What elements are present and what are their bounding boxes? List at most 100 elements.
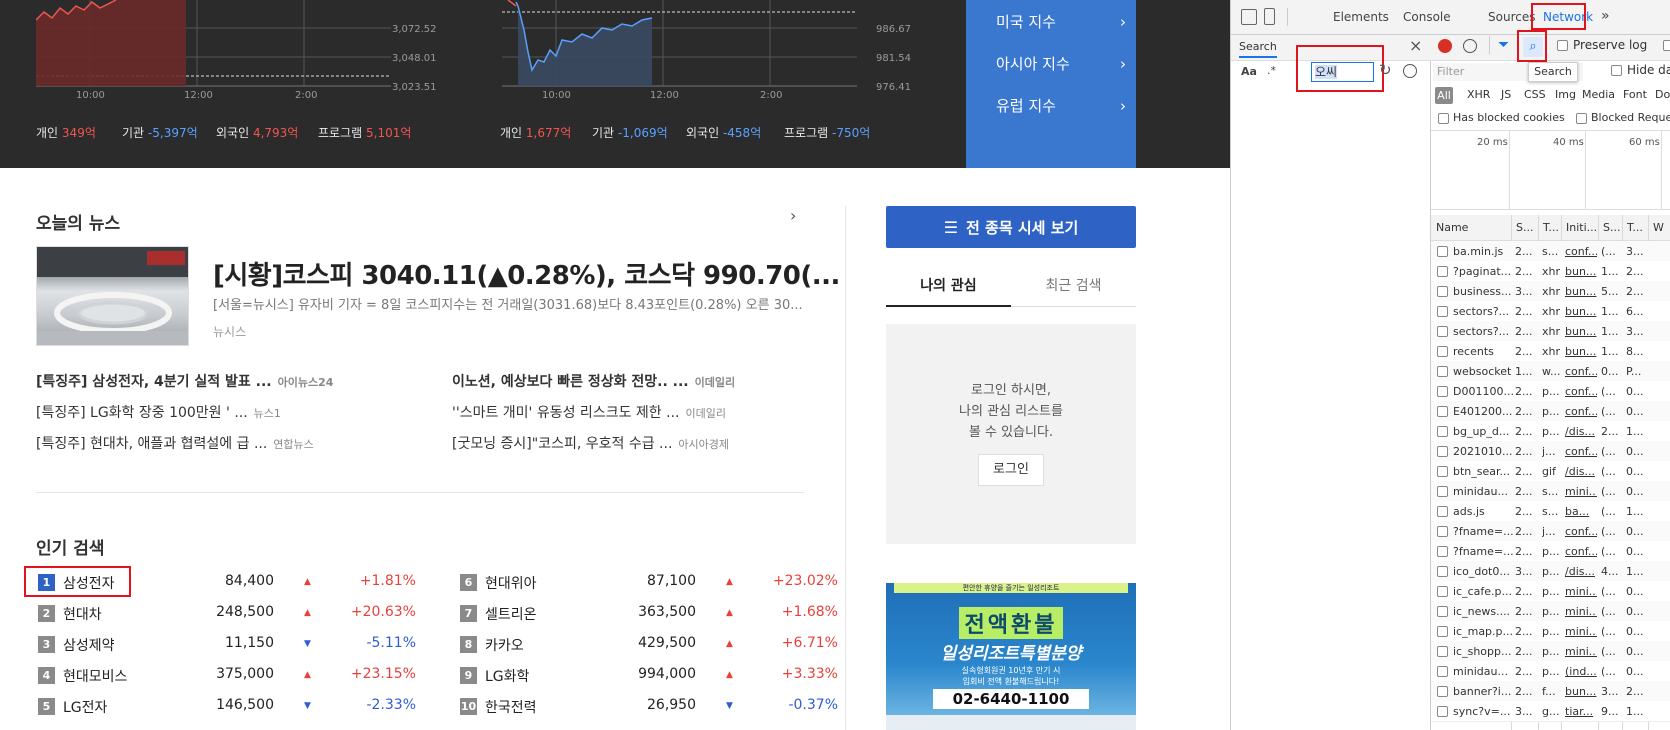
request-name[interactable]: ba.min.js [1453,245,1513,258]
request-row[interactable]: ads.js 2... s... ba... (... 1... [1431,501,1670,522]
tab-sources[interactable]: Sources [1488,10,1535,24]
request-row[interactable]: 2021010... 2... j... conf... (... 0... [1431,441,1670,462]
request-name[interactable]: minidau... [1453,665,1513,678]
inspect-icon[interactable] [1241,9,1257,25]
request-row[interactable]: ?fname=... 2... j... conf... (... 0... [1431,521,1670,542]
type-filter-img[interactable]: Img [1555,88,1576,101]
clear-icon[interactable] [1403,64,1417,78]
request-row[interactable]: minidau... 2... p... (ind... (... 0... [1431,661,1670,682]
request-row[interactable]: sectors?... 2... xhr bun... 1... 6... [1431,301,1670,322]
disable-cache-checkbox[interactable] [1663,40,1670,51]
login-button[interactable]: 로그인 [978,454,1044,486]
match-case-toggle[interactable]: Aa [1241,65,1257,78]
request-name[interactable]: 2021010... [1453,445,1513,458]
col-status[interactable]: S... [1516,221,1533,234]
request-name[interactable]: ?fname=... [1453,525,1513,538]
type-filter-media[interactable]: Media [1582,88,1615,101]
col-initiator[interactable]: Initi... [1566,221,1597,234]
request-initiator[interactable]: /dis... [1565,425,1597,438]
request-name[interactable]: business... [1453,285,1513,298]
blocked-requests-checkbox[interactable] [1576,113,1587,124]
request-name[interactable]: websocket [1453,365,1513,378]
close-search-icon[interactable]: × [1409,36,1422,55]
type-filter-js[interactable]: JS [1501,88,1511,101]
request-initiator[interactable]: bun... [1565,305,1597,318]
request-name[interactable]: E401200... [1453,405,1513,418]
request-initiator[interactable]: bun... [1565,285,1597,298]
tab-recent-search[interactable]: 최근 검색 [1011,275,1136,295]
request-name[interactable]: minidau... [1453,485,1513,498]
request-row[interactable]: business... 3... xhr bun... 5... 2... [1431,281,1670,302]
preserve-log-checkbox[interactable] [1557,40,1568,51]
tab-console[interactable]: Console [1403,10,1451,24]
filter-icon[interactable]: ⏷ [1498,37,1509,53]
stock-name[interactable]: 현대위아 [485,573,537,593]
request-name[interactable]: bg_up_d... [1453,425,1513,438]
stock-name[interactable]: 카카오 [485,635,524,655]
request-initiator[interactable]: mini... [1565,645,1597,658]
news-item[interactable]: [특징주] 현대차, 애플과 협력설에 급 ... 연합뉴스 [36,433,314,453]
request-row[interactable]: ?paginat... 2... xhr bun... 1... 2... [1431,261,1670,282]
stock-name[interactable]: LG화학 [485,666,529,686]
news-more-chevron-icon[interactable]: › [790,206,796,225]
request-name[interactable]: ic_cafe.p... [1453,585,1513,598]
regex-toggle[interactable]: .* [1267,64,1276,77]
request-initiator[interactable]: mini... [1565,485,1597,498]
news-item[interactable]: ''스마트 개미' 유동성 리스크도 제한 ... 이데일리 [452,402,726,422]
type-filter-font[interactable]: Font [1623,88,1647,101]
request-name[interactable]: recents [1453,345,1513,358]
request-row[interactable]: ic_map.p... 2... p... mini... (... 0... [1431,621,1670,642]
request-initiator[interactable]: conf... [1565,385,1597,398]
stock-name[interactable]: 셀트리온 [485,604,537,624]
request-initiator[interactable]: conf... [1565,525,1597,538]
record-icon[interactable] [1438,39,1452,53]
news-item[interactable]: [특징주] 삼성전자, 4분기 실적 발표 ... 아이뉴스24 [36,371,333,391]
request-name[interactable]: sync?v=... [1453,705,1513,718]
request-name[interactable]: sectors?... [1453,325,1513,338]
request-row[interactable]: ic_shopp... 2... p... mini... (... 0... [1431,641,1670,662]
request-initiator[interactable]: /dis... [1565,565,1597,578]
request-name[interactable]: ic_shopp... [1453,645,1513,658]
request-row[interactable]: sectors?... 2... xhr bun... 1... 3... [1431,321,1670,342]
europe-index-link[interactable]: 유럽 지수 › [996,95,1126,116]
col-type[interactable]: T... [1543,221,1559,234]
request-initiator[interactable]: bun... [1565,265,1597,278]
request-name[interactable]: banner?i... [1453,685,1513,698]
request-initiator[interactable]: conf... [1565,445,1597,458]
request-initiator[interactable]: mini... [1565,605,1597,618]
request-initiator[interactable]: conf... [1565,545,1597,558]
request-row[interactable]: minidau... 2... s... mini... (... 0... [1431,481,1670,502]
type-filter-all[interactable]: All [1435,87,1453,104]
request-row[interactable]: ic_cafe.p... 2... p... mini... (... 0... [1431,581,1670,602]
request-initiator[interactable]: (ind... [1565,665,1597,678]
request-name[interactable]: ic_map.p... [1453,625,1513,638]
request-initiator[interactable]: tiar... [1565,705,1597,718]
news-thumbnail[interactable] [36,246,189,346]
refresh-icon[interactable]: ↻ [1379,61,1392,79]
clear-log-icon[interactable] [1463,39,1477,53]
stock-name[interactable]: 삼성제약 [63,635,115,655]
request-row[interactable]: ic_news.... 2... p... mini... (... 0... [1431,601,1670,622]
request-name[interactable]: ico_dot0... [1453,565,1513,578]
stock-name[interactable]: 현대모비스 [63,666,127,686]
stock-name[interactable]: 현대차 [63,604,102,624]
hide-data-urls-checkbox[interactable] [1611,65,1622,76]
stock-name[interactable]: LG전자 [63,697,107,717]
us-index-link[interactable]: 미국 지수 › [996,11,1126,32]
request-row[interactable]: btn_sear... 2... gif/dis... (... 0... [1431,461,1670,482]
more-tabs-icon[interactable]: » [1601,8,1610,24]
request-name[interactable]: ?paginat... [1453,265,1513,278]
news-item[interactable]: [특징주] LG화학 장중 100만원 ' ... 뉴스1 [36,402,281,422]
type-filter-xhr[interactable]: XHR [1467,88,1490,101]
request-name[interactable]: ads.js [1453,505,1513,518]
tab-elements[interactable]: Elements [1333,10,1389,24]
request-row[interactable]: recents 2... xhr bun... 1... 8... [1431,341,1670,362]
request-name[interactable]: ic_news.... [1453,605,1513,618]
col-size[interactable]: S... [1603,221,1620,234]
col-time[interactable]: T... [1627,221,1643,234]
request-row[interactable]: E401200... 2... p... conf... (... 0... [1431,401,1670,422]
request-row[interactable]: bg_up_d... 2... p.../dis... 2... 1... [1431,421,1670,442]
request-row[interactable]: ico_dot0... 3... p... /dis... 4... 1... [1431,561,1670,582]
request-name[interactable]: sectors?... [1453,305,1513,318]
request-initiator[interactable]: mini... [1565,625,1597,638]
